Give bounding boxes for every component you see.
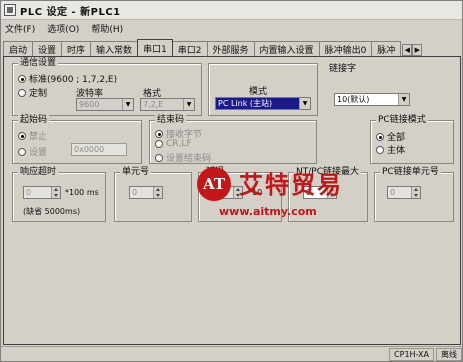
end-code-title: 结束码 <box>155 115 187 125</box>
comm-settings-group: 通信设置 标准(9600 ; 1,7,2,E) 定制 波特率 格式 9600 ▼… <box>12 58 202 116</box>
response-timeout-spinner[interactable]: 0 <box>23 186 61 199</box>
end-code-custom-dot[interactable] <box>155 153 163 162</box>
tab-settings[interactable]: 设置 <box>32 41 63 56</box>
tab-serial-port-1[interactable]: 串口1 <box>137 39 173 56</box>
tab-pulse-partial[interactable]: 脉冲 <box>371 41 402 56</box>
tab-pulse-output-0[interactable]: 脉冲输出0 <box>318 41 373 56</box>
response-timeout-group: 响应超时 0 *100 ms (缺省 5000ms) <box>12 167 106 222</box>
format-select[interactable]: 7,2,E ▼ <box>140 98 195 111</box>
menu-bar: 文件(F) 选项(O) 帮助(H) <box>1 20 462 36</box>
pc-link-mode-group: PC链接模式 全部 主体 <box>370 115 454 164</box>
tab-timing[interactable]: 时序 <box>61 41 92 56</box>
chevron-down-icon: ▼ <box>299 98 310 109</box>
pc-link-unit-spinner[interactable]: 0 <box>387 186 421 199</box>
response-timeout-unit: *100 ms <box>65 188 99 197</box>
window-title: PLC 设定 - 新PLC1 <box>20 6 121 18</box>
unit-number-title: 单元号 <box>120 167 152 177</box>
start-code-disabled-dot[interactable] <box>18 131 26 140</box>
status-bar: CP1H-XA 离线 <box>1 346 462 361</box>
menu-help[interactable]: 帮助(H) <box>91 22 123 35</box>
pc-link-all-radio[interactable]: 全部 <box>376 130 405 143</box>
start-code-group: 起始码 禁止 设置 0x0000 <box>12 115 142 164</box>
response-timeout-title: 响应超时 <box>18 167 59 177</box>
end-code-group: 结束码 接收字节 CR,LF 设置结束码 <box>149 115 317 164</box>
comm-settings-title: 通信设置 <box>18 58 59 68</box>
tab-scroll-right-icon[interactable]: ▶ <box>412 44 423 56</box>
plc-settings-window: PLC 设定 - 新PLC1 文件(F) 选项(O) 帮助(H) 启动 设置 时… <box>0 0 463 362</box>
pc-link-master-radio[interactable]: 主体 <box>376 143 405 156</box>
mode-select[interactable]: PC Link (主站) ▼ <box>215 97 311 110</box>
watermark-logo: AT <box>197 167 231 201</box>
pc-link-unit-title: PC链接单元号 <box>380 167 441 177</box>
tab-input-constants[interactable]: 输入常数 <box>90 41 139 56</box>
menu-options[interactable]: 选项(O) <box>47 22 79 35</box>
pc-link-master-dot[interactable] <box>376 145 384 154</box>
tab-serial-port-2[interactable]: 串口2 <box>171 41 208 56</box>
spinner-arrows-icon[interactable] <box>51 187 60 198</box>
status-model: CP1H-XA <box>389 347 434 361</box>
end-code-custom-radio[interactable]: 设置结束码 <box>155 151 211 164</box>
unit-number-group: 单元号 0 <box>114 167 192 222</box>
chevron-down-icon: ▼ <box>398 94 409 105</box>
menu-file[interactable]: 文件(F) <box>5 22 35 35</box>
end-code-receive-bytes-dot[interactable] <box>155 129 163 138</box>
serial-port-1-panel: 通信设置 标准(9600 ; 1,7,2,E) 定制 波特率 格式 9600 ▼… <box>3 56 461 345</box>
standard-radio[interactable]: 标准(9600 ; 1,7,2,E) <box>18 72 117 85</box>
pc-link-mode-title: PC链接模式 <box>376 115 428 125</box>
mode-label: 模式 <box>249 87 268 97</box>
watermark-name: 艾特贸易 <box>239 170 343 199</box>
spinner-arrows-icon[interactable] <box>411 187 420 198</box>
spinner-arrows-icon[interactable] <box>153 187 162 198</box>
custom-radio[interactable]: 定制 <box>18 86 47 99</box>
link-word-select[interactable]: 10(默认) ▼ <box>334 93 410 106</box>
custom-label: 定制 <box>29 89 48 99</box>
response-timeout-default: (缺省 5000ms) <box>23 207 81 216</box>
end-code-crlf-dot[interactable] <box>155 140 163 148</box>
pc-link-all-dot[interactable] <box>376 132 384 141</box>
start-code-disabled-radio[interactable]: 禁止 <box>18 129 47 142</box>
mode-group: 模式 PC Link (主站) ▼ <box>208 63 318 116</box>
start-code-set-dot[interactable] <box>18 147 26 156</box>
tab-scroll-left-icon[interactable]: ◀ <box>402 44 413 56</box>
tab-startup[interactable]: 启动 <box>3 41 34 56</box>
chevron-down-icon: ▼ <box>122 99 133 110</box>
end-code-crlf-radio[interactable]: CR,LF <box>155 139 192 149</box>
baud-select[interactable]: 9600 ▼ <box>76 98 134 111</box>
standard-label: 标准(9600 ; 1,7,2,E) <box>29 75 118 85</box>
link-word-label: 链接字 <box>329 64 357 74</box>
tab-scroll-buttons: ◀ ▶ <box>402 44 423 56</box>
watermark: AT 艾特贸易 www.aitmy.com <box>197 165 387 223</box>
unit-number-spinner[interactable]: 0 <box>129 186 163 199</box>
tab-external-service[interactable]: 外部服务 <box>206 41 255 56</box>
start-code-title: 起始码 <box>18 115 50 125</box>
app-icon <box>4 4 16 16</box>
custom-radio-dot[interactable] <box>18 88 26 97</box>
settings-tabs: 启动 设置 时序 输入常数 串口1 串口2 外部服务 内置输入设置 脉冲输出0 … <box>3 39 461 56</box>
tab-builtin-input[interactable]: 内置输入设置 <box>253 41 320 56</box>
standard-radio-dot[interactable] <box>18 74 26 83</box>
watermark-url: www.aitmy.com <box>219 205 317 218</box>
chevron-down-icon: ▼ <box>183 99 194 110</box>
start-code-set-radio[interactable]: 设置 <box>18 145 47 158</box>
status-connection: 离线 <box>436 347 462 361</box>
title-bar: PLC 设定 - 新PLC1 <box>1 1 462 20</box>
start-code-hex-input[interactable]: 0x0000 <box>71 143 127 156</box>
